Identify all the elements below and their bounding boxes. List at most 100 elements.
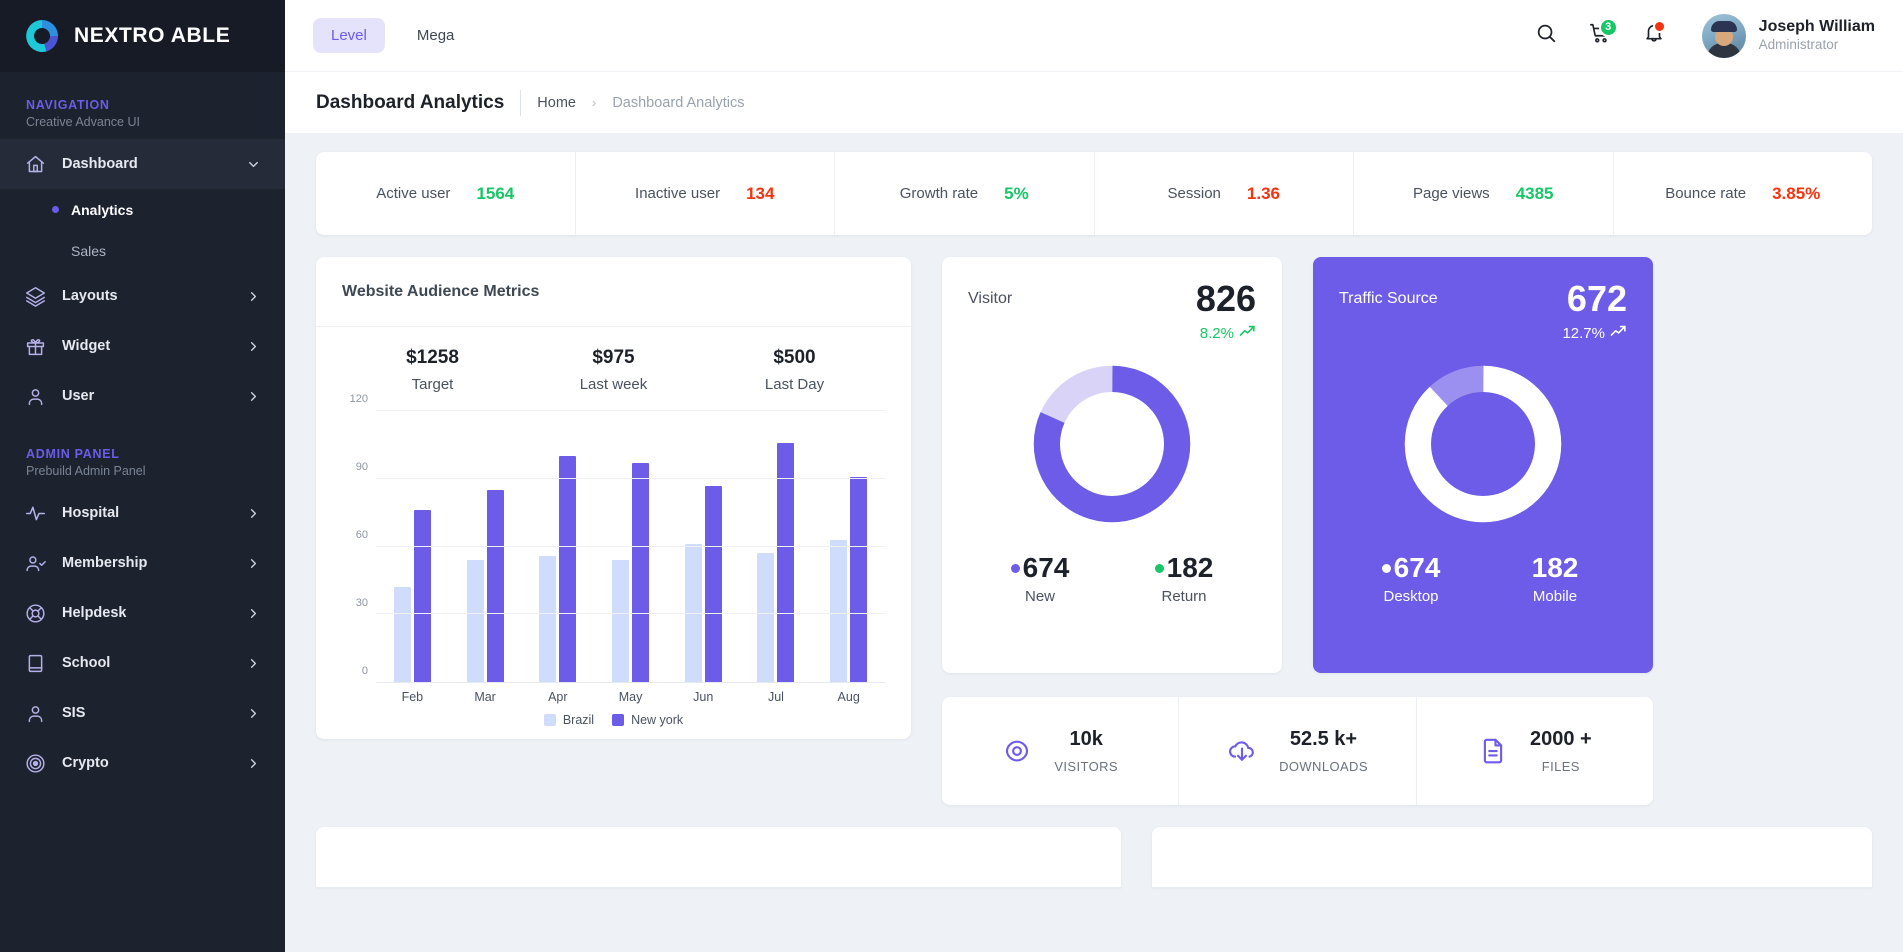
y-tick-label: 120 [349,393,368,405]
sidebar-item-analytics[interactable]: Analytics [0,189,285,230]
traffic-donut [1339,358,1627,530]
bar[interactable] [612,560,630,682]
legend-item-brazil[interactable]: Brazil [543,713,594,727]
sidebar-item-crypto[interactable]: Crypto [0,738,285,788]
nav-caption-navigation: NAVIGATION Creative Advance UI [0,72,285,139]
user-text: Joseph William Administrator [1759,17,1875,54]
breadcrumb-home[interactable]: Home [537,95,576,111]
legend-dot-icon [1154,563,1164,573]
cart-button[interactable]: 3 [1580,16,1620,56]
sidebar-item-dashboard[interactable]: Dashboard [0,139,285,189]
bar[interactable] [413,510,431,682]
legend-dot-icon [1381,563,1391,573]
notifications-button[interactable] [1634,16,1674,56]
stat-growth-rate[interactable]: Growth rate 5% [835,152,1095,235]
brand[interactable]: NEXTRO ABLE [0,0,285,72]
visitor-total: 826 [1195,278,1256,319]
notification-badge [1652,19,1666,33]
metric-downloads[interactable]: 52.5 k+ DOWNLOADS [1179,697,1417,805]
bar[interactable] [632,462,650,682]
sidebar-item-sales[interactable]: Sales [0,230,285,271]
chart-card-header: Website Audience Metrics [316,257,911,327]
traffic-mobile-value: 182 [1483,552,1627,584]
stat-label: Active user [376,185,451,202]
sidebar-subitem-label: Sales [71,242,107,259]
bar[interactable] [559,456,577,682]
sidebar-item-layouts[interactable]: Layouts [0,271,285,321]
stat-value: 1.36 [1246,183,1280,203]
chevron-right-icon [246,556,261,571]
stat-bounce-rate[interactable]: Bounce rate 3.85% [1614,152,1873,235]
metric-files[interactable]: 2000 + FILES [1417,697,1653,805]
sidebar-item-user[interactable]: User [0,371,285,421]
x-tick-label: Jun [693,690,714,704]
lifebuoy-icon [24,602,46,624]
sidebar-item-school[interactable]: School [0,638,285,688]
donut-logo-icon [24,18,60,54]
bar[interactable] [850,476,868,682]
x-axis: Feb Mar Apr May Jun Jul Aug [376,690,885,704]
breadcrumb-current: Dashboard Analytics [612,94,745,111]
traffic-legend: 674 Desktop 182 Mobile [1339,552,1627,605]
bar-chart: 0 30 60 90 120 [342,393,885,683]
legend-label: New york [631,713,684,727]
sidebar-item-label: Helpdesk [62,605,127,621]
stat-inactive-user[interactable]: Inactive user 134 [576,152,835,235]
y-tick-label: 30 [355,597,368,609]
tab-mega[interactable]: Mega [399,18,473,53]
brand-name: NEXTRO ABLE [74,24,231,47]
visitor-new-number: 674 [1022,552,1070,583]
user-profile[interactable]: Joseph William Administrator [1701,13,1875,58]
metric-text: 52.5 k+ DOWNLOADS [1279,728,1368,774]
sidebar-item-membership[interactable]: Membership [0,538,285,588]
sidebar-item-widget[interactable]: Widget [0,321,285,371]
sidebar-subitem-label: Analytics [71,201,134,218]
app-root: NEXTRO ABLE NAVIGATION Creative Advance … [0,0,1903,952]
bar[interactable] [539,555,557,682]
bar-group [740,411,813,682]
bottom-card-left [316,827,1121,887]
trend-up-icon [1239,323,1256,344]
visitor-card: Visitor 826 8.2% 674 New 182 Return [942,257,1282,673]
stat-session[interactable]: Session 1.36 [1095,152,1354,235]
bar[interactable] [486,490,504,682]
traffic-legend-mobile: 182 Mobile [1483,552,1627,605]
bar-group [812,411,885,682]
bar-group [449,411,522,682]
visitor-legend-new: 674 New [968,552,1112,605]
metric-text: 10k VISITORS [1054,728,1118,774]
visitor-title: Visitor [968,290,1013,307]
visitor-card-header: Visitor 826 8.2% [968,281,1256,344]
stat-value: 5% [1004,183,1029,203]
metric-visitors[interactable]: 10k VISITORS [942,697,1180,805]
sidebar-item-label: Membership [62,555,148,571]
activity-icon [24,502,46,524]
bar[interactable] [704,485,722,682]
chevron-right-icon [246,506,261,521]
kpi-last-day: $500 Last Day [704,347,885,393]
bar[interactable] [466,560,484,682]
bar[interactable] [757,553,775,682]
tab-level[interactable]: Level [313,18,385,53]
chevron-right-icon [246,756,261,771]
breadcrumb-separator: › [591,95,597,110]
traffic-delta: 12.7% [1562,323,1627,344]
chevron-down-icon [246,157,261,172]
bar[interactable] [393,587,411,682]
legend-item-new-york[interactable]: New york [612,713,683,727]
sidebar-item-helpdesk[interactable]: Helpdesk [0,588,285,638]
kpi-value: $500 [773,347,816,368]
gridline [376,477,885,479]
sidebar-item-sis[interactable]: SIS [0,688,285,738]
search-button[interactable] [1526,16,1566,56]
kpi-last-week: $975 Last week [523,347,704,393]
sidebar-item-hospital[interactable]: Hospital [0,488,285,538]
stat-value: 134 [746,183,775,203]
stat-active-user[interactable]: Active user 1564 [316,152,576,235]
bar[interactable] [830,539,848,682]
stat-page-views[interactable]: Page views 4385 [1354,152,1614,235]
sidebar: NEXTRO ABLE NAVIGATION Creative Advance … [0,0,285,952]
kpi-label: Target [411,376,454,393]
y-tick-label: 0 [361,665,368,677]
visitor-new-value: 674 [968,552,1112,584]
